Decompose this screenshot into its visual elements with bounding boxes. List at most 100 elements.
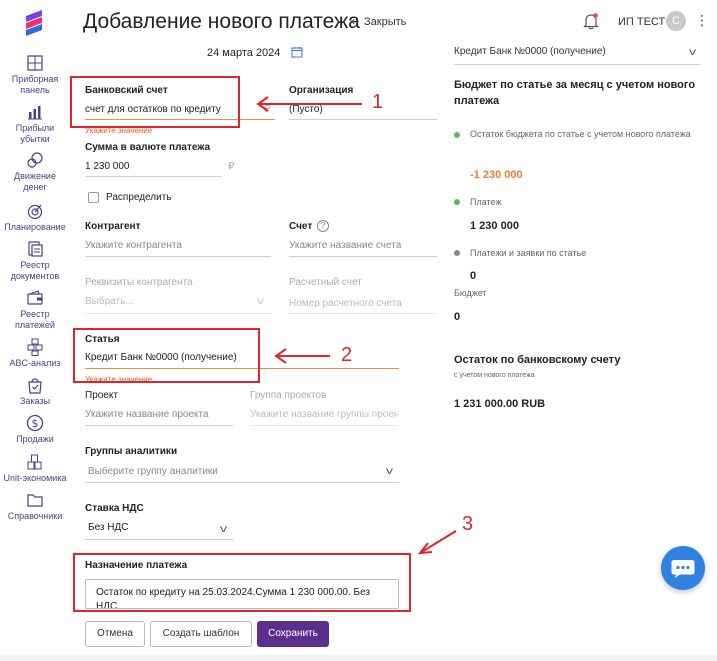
- target-icon: [27, 204, 43, 220]
- help-icon[interactable]: ?: [317, 220, 329, 232]
- money-flow-icon: [27, 152, 43, 168]
- organization-label: Организация: [289, 85, 354, 96]
- payment-value: 1 230 000: [470, 220, 519, 232]
- payment-label: Платеж: [470, 197, 502, 207]
- annotation-arrowhead-3: [417, 542, 433, 555]
- sidebar-item-label: денег: [23, 182, 47, 192]
- amount-field[interactable]: 1 230 000: [85, 161, 130, 172]
- annotation-number-3: 3: [462, 513, 474, 535]
- cancel-button[interactable]: Отмена: [85, 621, 145, 647]
- budget-remaining-value: -1 230 000: [470, 169, 523, 181]
- wallet-icon: [27, 290, 43, 305]
- orders-icon: [28, 378, 42, 394]
- vat-rate-select[interactable]: Без НДС: [88, 522, 128, 533]
- abc-icon: [27, 338, 43, 356]
- sidebar-item-dashboard[interactable]: Приборная панель: [0, 54, 70, 96]
- project-input[interactable]: Укажите название проекта: [85, 409, 209, 420]
- distribute-label[interactable]: Распределить: [106, 192, 172, 203]
- bank-balance-value: 1 231 000.00 RUB: [454, 398, 546, 410]
- chevron-down-icon[interactable]: v: [689, 47, 696, 58]
- invoice-input[interactable]: Укажите название счета: [289, 240, 401, 251]
- create-template-button[interactable]: Создать шаблон: [150, 621, 252, 647]
- bell-icon[interactable]: [583, 12, 599, 30]
- close-icon[interactable]: ×: [348, 14, 356, 29]
- sidebar-item-abc-analysis[interactable]: ABC-анализ: [0, 338, 70, 369]
- chat-icon: [671, 560, 695, 578]
- counterparty-label: Контрагент: [85, 221, 141, 232]
- unit-economics-icon: [27, 454, 42, 470]
- bank-balance-subtitle: с учетом нового платежа: [454, 372, 535, 379]
- annotation-number-1: 1: [372, 91, 384, 113]
- counterparty-underline: [85, 256, 271, 257]
- budget-value: 0: [454, 311, 461, 323]
- settlement-account-input[interactable]: Номер расчетного счета: [289, 298, 402, 309]
- page-title: Добавление нового платежа: [83, 10, 360, 33]
- sidebar-item-label: Планирование: [4, 222, 66, 232]
- folder-icon: [27, 494, 43, 507]
- distribute-checkbox[interactable]: [88, 192, 99, 203]
- sidebar: Приборная панель Прибыли убытки Движение…: [0, 0, 70, 661]
- sidebar-item-unit-economics[interactable]: Unit-экономика: [0, 453, 70, 484]
- sidebar-item-references[interactable]: Справочники: [0, 491, 70, 522]
- ruble-sign: ₽: [264, 104, 271, 115]
- bar-chart-icon: [28, 106, 42, 120]
- annotation-box-2: [73, 328, 260, 383]
- invoice-underline: [289, 256, 437, 257]
- avatar[interactable]: С: [666, 11, 686, 31]
- annotation-arrow-3: [419, 530, 457, 554]
- sidebar-item-label: Продажи: [16, 434, 54, 444]
- sidebar-item-payments-registry[interactable]: Реестр платежей: [0, 289, 70, 331]
- payment-date[interactable]: 24 марта 2024: [207, 47, 280, 59]
- settlement-account-label: Расчетный счет: [289, 277, 362, 288]
- save-button[interactable]: Сохранить: [257, 621, 329, 647]
- project-group-underline: [250, 425, 398, 426]
- sales-icon: $: [26, 414, 44, 432]
- project-underline: [85, 425, 233, 426]
- close-button[interactable]: Закрыть: [364, 16, 406, 28]
- counterparty-input[interactable]: Укажите контрагента: [85, 240, 182, 251]
- sidebar-item-label: платежей: [15, 320, 55, 330]
- sidebar-item-label: Реестр: [20, 260, 50, 270]
- bank-balance-heading: Остаток по банковскому счету: [454, 354, 621, 366]
- organization-underline: [289, 119, 437, 120]
- sidebar-item-sales[interactable]: $ Продажи: [0, 414, 70, 445]
- chat-button[interactable]: [661, 546, 705, 590]
- payments-requests-value: 0: [470, 270, 477, 282]
- sidebar-item-label: Справочники: [7, 511, 63, 521]
- calendar-icon[interactable]: [291, 46, 303, 58]
- status-dot-gray: [454, 250, 460, 256]
- chevron-down-icon[interactable]: v: [386, 466, 393, 477]
- sidebar-item-cash-flow[interactable]: Движение денег: [0, 151, 70, 193]
- counterparty-details-underline: [85, 313, 271, 314]
- sidebar-item-label: Прибыли: [15, 123, 55, 133]
- article-budget-select[interactable]: Кредит Банк №0000 (получение): [454, 46, 606, 57]
- counterparty-details-label: Реквизиты контрагента: [85, 277, 193, 288]
- more-options-icon[interactable]: ⋮: [695, 13, 709, 27]
- project-group-input[interactable]: Укажите название группы проен: [250, 409, 398, 420]
- chevron-down-icon[interactable]: v: [220, 524, 227, 535]
- analytics-groups-select[interactable]: Выберите группу аналитики: [88, 466, 218, 477]
- app-logo-icon[interactable]: [22, 10, 46, 36]
- sidebar-item-planning[interactable]: Планирование: [0, 202, 70, 233]
- annotation-arrowhead-2: [274, 348, 287, 364]
- status-dot-green: [454, 199, 460, 205]
- user-name[interactable]: ИП ТЕСТ: [618, 16, 665, 28]
- article-budget-select-underline: [454, 64, 700, 65]
- organization-field[interactable]: (Пусто): [289, 104, 323, 115]
- counterparty-details-select[interactable]: Выбрать...: [85, 296, 134, 307]
- svg-text:$: $: [32, 417, 39, 430]
- sidebar-item-label: панель: [20, 85, 50, 95]
- annotation-number-2: 2: [341, 344, 353, 366]
- settlement-account-underline: [289, 313, 437, 314]
- status-dot-green: [454, 132, 460, 138]
- sidebar-item-profit-loss[interactable]: Прибыли убытки: [0, 103, 70, 145]
- project-group-label: Группа проектов: [250, 390, 327, 401]
- budget-heading: Бюджет по статье за месяц с учетом новог…: [454, 79, 696, 107]
- ruble-sign: ₽: [228, 161, 235, 172]
- sidebar-item-orders[interactable]: Заказы: [0, 376, 70, 407]
- annotation-box-1: [70, 76, 240, 128]
- documents-icon: [28, 241, 43, 257]
- analytics-groups-label: Группы аналитики: [85, 446, 178, 457]
- sidebar-item-documents-registry[interactable]: Реестр документов: [0, 240, 70, 282]
- vat-rate-underline: [85, 539, 233, 540]
